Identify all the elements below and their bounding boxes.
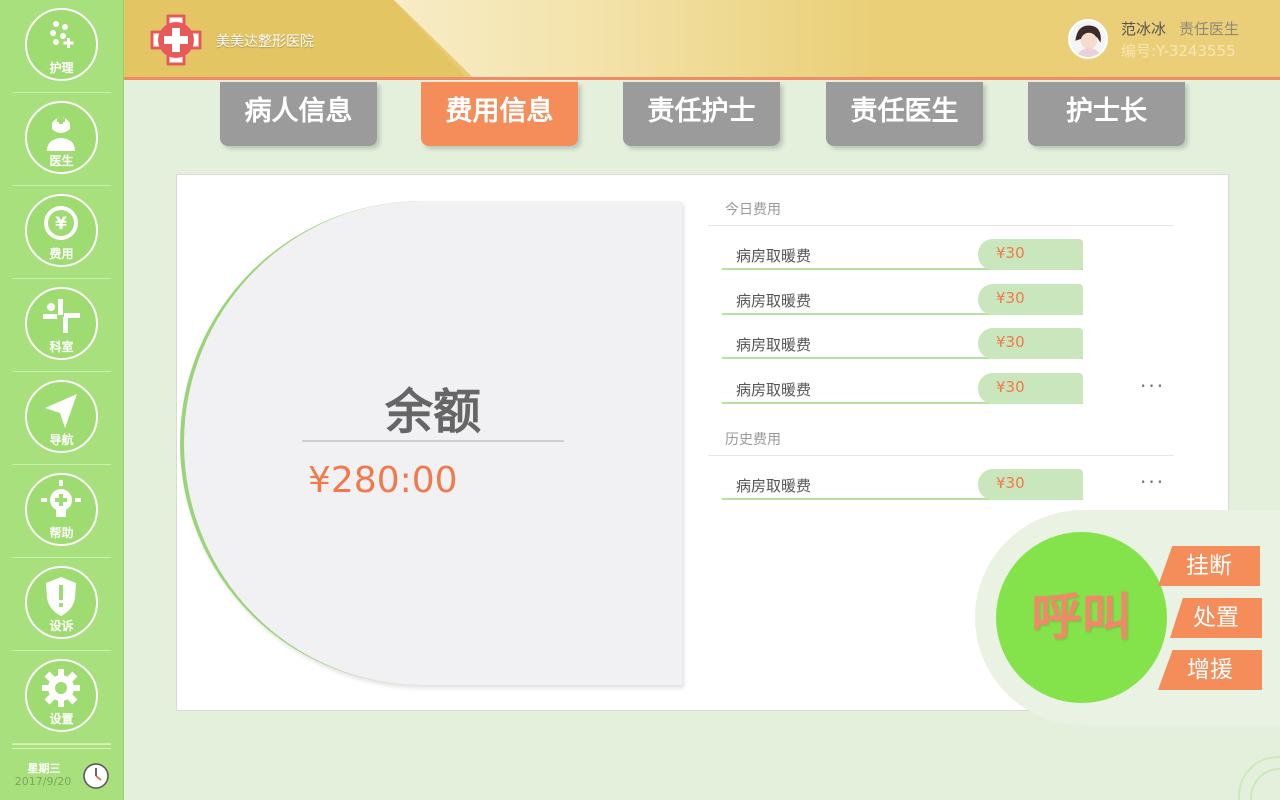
fee-row: 病房取暖费 ¥30 [722,469,1083,500]
fee-amount: ¥30 [978,469,1083,500]
sidebar-item-label: 导航 [49,433,74,447]
sidebar-item-department[interactable]: 科室 [12,279,111,372]
divider [12,744,111,745]
sidebar-item-label: 费用 [49,247,74,261]
sidebar: 护理 医生 ¥ 费用 科室 导航 帮助 设诉 设置 星期三 2017/9/20 [0,0,124,800]
sidebar-item-label: 医生 [49,154,74,168]
tab-nurse[interactable]: 责任护士 [623,82,780,146]
divider [708,455,1174,456]
sidebar-item-doctor[interactable]: 医生 [12,93,111,186]
header-decoration [394,0,874,77]
user-id: 编号:Y-3243555 [1121,42,1236,60]
hangup-button[interactable]: 挂断 [1158,546,1260,586]
balance-value: ¥280:00 [308,460,458,501]
sidebar-item-fees[interactable]: ¥ 费用 [12,186,111,279]
weekday-label: 星期三 [27,762,61,775]
sidebar-item-nursing[interactable]: 护理 [12,0,111,93]
hospital-name: 美美达整形医院 [216,34,314,50]
fee-amount: ¥30 [978,239,1083,270]
fee-row: 病房取暖费 ¥30 [722,239,1083,270]
balance-title: 余额 [384,384,481,440]
date-label: 2017/9/20 [14,775,72,788]
sidebar-item-label: 科室 [49,340,74,354]
divider [12,748,111,749]
reinforce-button[interactable]: 增援 [1158,650,1262,690]
divider [302,440,564,442]
fee-name: 病房取暖费 [736,336,812,354]
fee-row: 病房取暖费 ¥30 [722,328,1083,359]
sidebar-item-label: 设置 [49,712,74,726]
sidebar-item-label: 护理 [49,61,74,75]
fee-name: 病房取暖费 [736,477,812,495]
fee-amount: ¥30 [978,328,1083,359]
tab-doctor[interactable]: 责任医生 [826,82,983,146]
svg-text:¥: ¥ [55,214,67,234]
fee-row: 病房取暖费 ¥30 [722,284,1083,315]
call-button[interactable]: 呼叫 [996,532,1167,703]
sidebar-item-navigation[interactable]: 导航 [12,372,111,465]
user-avatar[interactable] [1068,19,1108,59]
fee-amount: ¥30 [978,284,1083,315]
fee-name: 病房取暖费 [736,292,812,310]
clock-icon [83,763,109,789]
history-fees-more-button[interactable]: ··· [1140,470,1165,494]
sidebar-item-help[interactable]: 帮助 [12,465,111,558]
fee-name: 病房取暖费 [736,381,812,399]
sidebar-item-settings[interactable]: 设置 [12,651,111,744]
history-fees-title: 历史费用 [725,432,781,448]
hospital-logo-icon [150,14,202,66]
user-avatar-icon [1070,21,1106,57]
handle-button[interactable]: 处置 [1170,598,1262,638]
sidebar-item-label: 帮助 [49,526,74,540]
fee-amount: ¥30 [978,373,1083,404]
sidebar-item-complaint[interactable]: 设诉 [12,558,111,651]
tab-head-nurse[interactable]: 护士长 [1028,82,1185,146]
fee-name: 病房取暖费 [736,247,812,265]
sidebar-item-label: 设诉 [49,619,74,633]
user-role: 责任医生 [1179,20,1240,38]
user-name: 范冰冰 [1121,20,1167,38]
tab-patient-info[interactable]: 病人信息 [220,82,377,146]
tab-fee-info[interactable]: 费用信息 [421,82,578,146]
today-fees-title: 今日费用 [725,202,781,218]
fee-row: 病房取暖费 ¥30 [722,373,1083,404]
today-fees-more-button[interactable]: ··· [1140,374,1165,398]
balance-panel [180,201,682,685]
divider [708,225,1174,226]
